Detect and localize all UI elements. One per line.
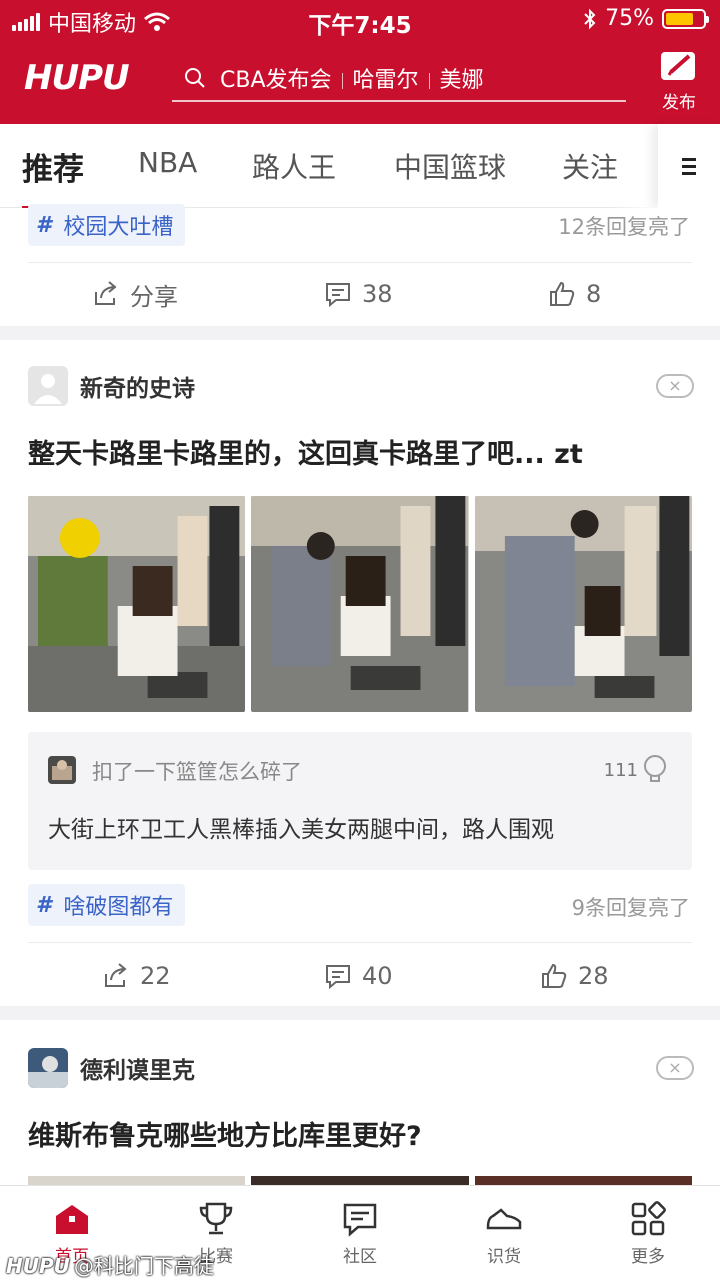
nav-community[interactable]: 社区 <box>288 1200 432 1267</box>
post-photo[interactable] <box>474 1176 692 1185</box>
share-label: 分享 <box>130 282 178 311</box>
share-button[interactable]: 分享 <box>92 264 178 324</box>
post-card: # 校园大吐槽 12条回复亮了 分享 38 8 <box>0 204 720 326</box>
comment-author: 扣了一下篮筐怎么碎了 <box>92 760 302 784</box>
avatar <box>28 1048 68 1088</box>
nav-more[interactable]: 更多 <box>576 1200 720 1267</box>
dismiss-button[interactable]: × <box>656 374 694 398</box>
nav-shihuo[interactable]: 识货 <box>432 1200 576 1267</box>
compose-icon <box>661 52 695 80</box>
comment-lights[interactable]: 111 <box>604 754 668 786</box>
like-count: 8 <box>586 280 602 308</box>
tab-street-king[interactable]: 路人王 <box>252 146 336 186</box>
post-actions: 分享 38 8 <box>0 264 720 324</box>
share-button[interactable]: 22 <box>102 946 171 1006</box>
comment-button[interactable]: 40 <box>324 946 393 1006</box>
like-button[interactable]: 28 <box>540 946 609 1006</box>
topic-hash-icon: # <box>36 892 52 918</box>
post-photos <box>28 496 692 712</box>
thumbs-up-icon <box>542 963 567 988</box>
comment-text: 大街上环卫工人黑棒插入美女两腿中间，路人围观 <box>48 817 554 843</box>
post-photo[interactable] <box>251 1176 469 1185</box>
comment-count: 38 <box>362 280 393 308</box>
like-button[interactable]: 8 <box>548 264 601 324</box>
channel-tabs: 推荐 NBA 路人王 中国篮球 关注 <box>0 124 720 209</box>
search-hint-3: 美娜 <box>439 68 484 93</box>
post-author[interactable]: 新奇的史诗 <box>28 366 195 406</box>
comment-light-count: 111 <box>603 759 638 781</box>
share-count: 22 <box>140 962 171 990</box>
post-card: 新奇的史诗 × 整天卡路里卡路里的，这回真卡路里了吧... zt 扣了一下篮筐怎… <box>0 340 720 1006</box>
post-photo[interactable] <box>28 496 246 712</box>
comment-button[interactable]: 38 <box>324 264 393 324</box>
topic-tag[interactable]: # 啥破图都有 <box>28 884 186 926</box>
avatar <box>48 756 76 784</box>
author-name: 新奇的史诗 <box>80 376 195 402</box>
comment-count: 40 <box>362 962 393 990</box>
topic-tag[interactable]: # 校园大吐槽 <box>28 204 186 246</box>
lightbulb-icon <box>644 755 666 782</box>
status-bar: 中国移动 下午7:45 75% <box>0 0 720 40</box>
dismiss-button[interactable]: × <box>656 1056 694 1080</box>
tab-following[interactable]: 关注 <box>562 146 618 186</box>
search-icon <box>185 68 205 88</box>
nav-label: 社区 <box>343 1247 377 1267</box>
watermark-logo: HUPU <box>6 1254 70 1278</box>
reply-note[interactable]: 9条回复亮了 <box>572 892 690 922</box>
sneaker-icon <box>486 1208 522 1230</box>
publish-label: 发布 <box>662 93 696 113</box>
post-actions: 22 40 28 <box>0 946 720 1006</box>
post-photo[interactable] <box>28 1176 246 1185</box>
tab-recommend[interactable]: 推荐 <box>22 144 84 209</box>
battery-percent: 75% <box>605 6 654 31</box>
share-icon <box>95 281 117 305</box>
post-photos <box>28 1176 692 1185</box>
tab-china-basketball[interactable]: 中国篮球 <box>394 146 506 186</box>
top-bar: 中国移动 下午7:45 75% HUPU CBA发布会 哈雷尔 美娜 发布 <box>0 0 720 124</box>
like-count: 28 <box>578 962 609 990</box>
post-author[interactable]: 德利谟里克 <box>28 1048 195 1088</box>
post-photo[interactable] <box>251 496 469 712</box>
author-name: 德利谟里克 <box>80 1058 195 1084</box>
publish-button[interactable]: 发布 <box>656 50 702 113</box>
watermark: HUPU @科比门下高徒 <box>6 1250 214 1279</box>
topic-label: 啥破图都有 <box>63 895 174 920</box>
tab-nba[interactable]: NBA <box>138 146 197 179</box>
hupu-logo[interactable]: HUPU <box>24 58 130 98</box>
topic-hash-icon: # <box>36 212 52 238</box>
post-card: 德利谟里克 × 维斯布鲁克哪些地方比库里更好? <box>0 1020 720 1185</box>
reply-note[interactable]: 12条回复亮了 <box>558 211 690 241</box>
channel-menu-button[interactable] <box>658 124 720 208</box>
avatar <box>28 366 68 406</box>
search-bar[interactable]: CBA发布会 哈雷尔 美娜 <box>172 56 626 102</box>
search-hint: CBA发布会 哈雷尔 美娜 <box>220 62 484 94</box>
topic-label: 校园大吐槽 <box>63 215 174 240</box>
comment-icon <box>326 283 350 308</box>
chat-icon <box>343 1203 377 1237</box>
battery-icon <box>662 8 709 29</box>
post-title[interactable]: 整天卡路里卡路里的，这回真卡路里了吧... zt <box>28 432 692 471</box>
nav-label: 识货 <box>487 1247 521 1267</box>
trophy-icon <box>199 1202 233 1235</box>
search-hint-2: 哈雷尔 <box>352 68 419 93</box>
thumbs-up-icon <box>550 281 575 306</box>
menu-icon <box>682 154 696 179</box>
bluetooth-icon <box>584 8 596 29</box>
watermark-text: @科比门下高徒 <box>73 1254 214 1278</box>
home-icon <box>56 1205 88 1234</box>
post-title[interactable]: 维斯布鲁克哪些地方比库里更好? <box>28 1114 692 1153</box>
nav-label: 更多 <box>631 1247 665 1267</box>
hot-comment[interactable]: 扣了一下篮筐怎么碎了 111 大街上环卫工人黑棒插入美女两腿中间，路人围观 <box>28 732 692 870</box>
share-icon <box>105 963 127 987</box>
search-hint-1: CBA发布会 <box>220 68 332 93</box>
comment-icon <box>326 965 350 990</box>
grid-icon <box>631 1201 666 1236</box>
post-photo[interactable] <box>474 496 692 712</box>
